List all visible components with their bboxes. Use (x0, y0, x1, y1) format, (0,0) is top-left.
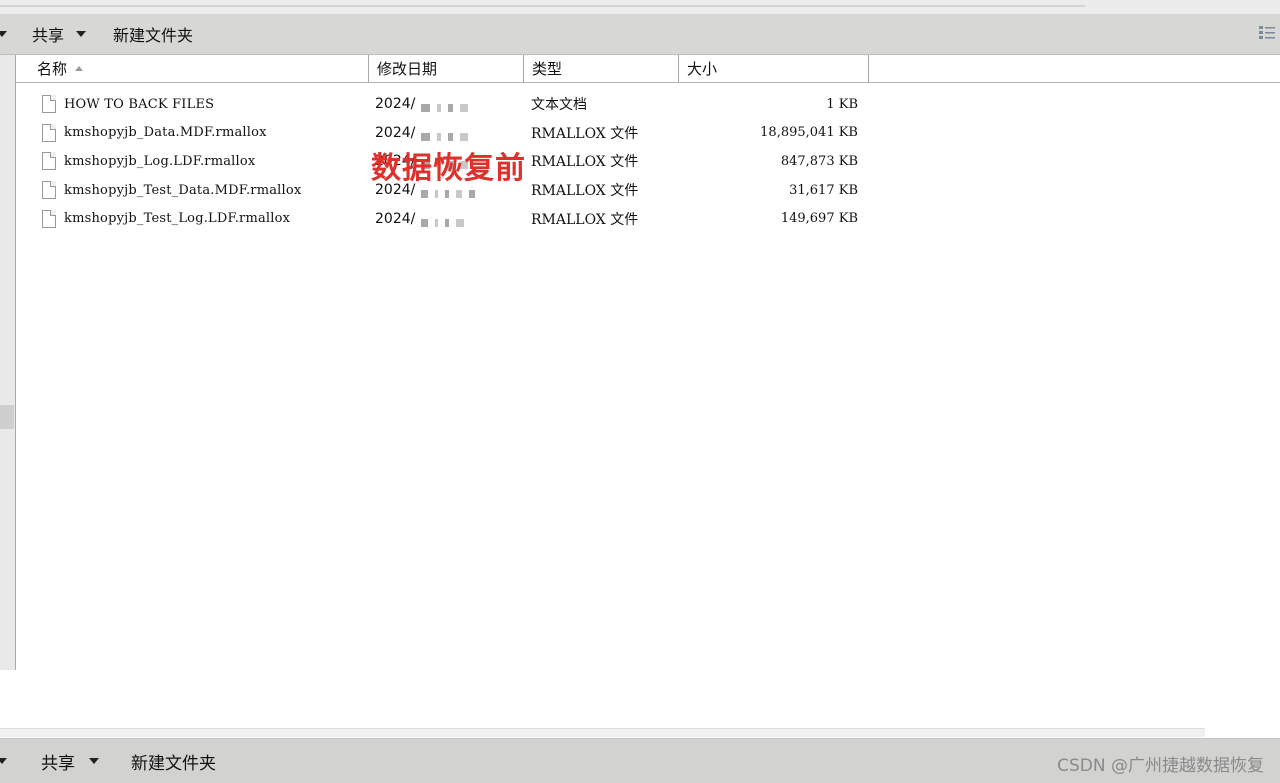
redacted-blur (421, 129, 475, 141)
file-type: 文本文档 (531, 97, 587, 114)
redacted-blur (421, 100, 475, 113)
file-size: 149,697 KB (780, 211, 858, 227)
column-header-row: 名称 修改日期 类型 大小 (16, 55, 1280, 83)
file-size-cell: 18,895,041 KB (716, 119, 858, 148)
file-size: 31,617 KB (789, 182, 858, 198)
file-icon (42, 152, 56, 171)
file-size-cell: 1 KB (716, 90, 858, 119)
file-date-cell: 2024/ (375, 204, 471, 233)
chevron-down-icon (0, 758, 7, 764)
file-size-cell: 31,617 KB (716, 176, 858, 205)
new-folder-button[interactable]: 新建文件夹 (113, 14, 193, 54)
file-type: RMALLOX 文件 (531, 125, 639, 142)
file-size: 1 KB (826, 96, 858, 112)
overlay-caption: 数据恢复前 (371, 151, 526, 186)
file-size-cell: 149,697 KB (716, 204, 858, 233)
file-name-cell: kmshopyjb_Data.MDF.rmallox (42, 119, 267, 148)
column-header-date[interactable]: 修改日期 (369, 55, 524, 82)
file-name: kmshopyjb_Test_Log.LDF.rmallox (64, 211, 291, 227)
file-name-cell: HOW TO BACK FILES (42, 90, 214, 119)
column-header-size[interactable]: 大小 (679, 55, 869, 82)
window-divider (0, 728, 1205, 737)
file-date: 2024/ (375, 124, 416, 141)
column-header-date-label: 修改日期 (377, 60, 438, 78)
column-header-name[interactable]: 名称 (29, 55, 369, 82)
file-type: RMALLOX 文件 (531, 154, 639, 171)
file-size-cell: 847,873 KB (716, 147, 858, 176)
organize-dropdown-caret[interactable] (0, 28, 7, 40)
new-folder-button[interactable]: 新建文件夹 (131, 739, 216, 783)
file-type-cell: RMALLOX 文件 (531, 147, 638, 176)
redacted-blur (421, 186, 482, 199)
file-size: 847,873 KB (780, 153, 858, 169)
file-name: kmshopyjb_Data.MDF.rmallox (64, 125, 267, 141)
top-strip (0, 0, 1280, 15)
new-folder-label: 新建文件夹 (131, 753, 216, 774)
top-strip-line (0, 5, 1085, 7)
view-options-icon[interactable] (1258, 24, 1276, 42)
navigation-pane[interactable] (0, 55, 16, 670)
file-type-cell: RMALLOX 文件 (531, 176, 638, 205)
column-header-name-label: 名称 (37, 60, 68, 78)
file-date: 2024/ (375, 210, 416, 227)
redacted-blur (421, 215, 471, 227)
file-type: RMALLOX 文件 (531, 183, 639, 200)
file-size: 18,895,041 KB (760, 125, 858, 141)
command-bar-top: 共享 新建文件夹 (0, 14, 1280, 55)
file-row[interactable]: HOW TO BACK FILES 2024/ 文本文档 1 KB (16, 90, 1016, 119)
file-name-cell: kmshopyjb_Log.LDF.rmallox (42, 147, 255, 176)
navigation-pane-scroll-thumb[interactable] (0, 405, 14, 429)
file-type: RMALLOX 文件 (531, 211, 639, 228)
column-header-size-label: 大小 (687, 60, 718, 78)
file-icon (42, 123, 56, 142)
file-type-cell: 文本文档 (531, 90, 587, 119)
file-name: kmshopyjb_Log.LDF.rmallox (64, 153, 256, 169)
chevron-down-icon (0, 31, 7, 37)
share-label: 共享 (32, 26, 65, 45)
column-header-type-label: 类型 (532, 60, 563, 78)
file-date-cell: 2024/ (375, 90, 475, 119)
column-header-type[interactable]: 类型 (524, 55, 679, 82)
file-name-cell: kmshopyjb_Test_Log.LDF.rmallox (42, 204, 290, 233)
file-date: 2024/ (375, 96, 416, 113)
share-button[interactable]: 共享 (32, 14, 87, 54)
new-folder-label: 新建文件夹 (113, 26, 194, 45)
file-type-cell: RMALLOX 文件 (531, 204, 638, 233)
file-name-cell: kmshopyjb_Test_Data.MDF.rmallox (42, 176, 301, 205)
file-row[interactable]: kmshopyjb_Test_Log.LDF.rmallox 2024/ RMA… (16, 204, 1016, 233)
chevron-down-icon (76, 31, 87, 37)
chevron-down-icon (89, 758, 99, 764)
file-name: HOW TO BACK FILES (64, 96, 215, 112)
share-button[interactable]: 共享 (41, 739, 99, 783)
file-icon (42, 181, 56, 200)
watermark: CSDN @广州捷越数据恢复 (1057, 756, 1264, 776)
share-label: 共享 (41, 753, 75, 774)
organize-dropdown-caret[interactable] (0, 756, 7, 766)
file-name: kmshopyjb_Test_Data.MDF.rmallox (64, 182, 302, 198)
sort-ascending-icon (75, 66, 84, 71)
text-file-icon (42, 95, 56, 114)
file-icon (42, 209, 56, 228)
file-type-cell: RMALLOX 文件 (531, 119, 638, 148)
